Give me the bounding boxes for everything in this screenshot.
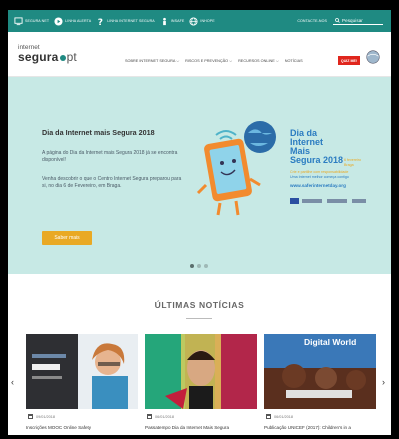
carousel-dots <box>190 264 211 268</box>
topbar-label: LINHA INTERNET SEGURA <box>107 19 155 23</box>
news-card-title[interactable]: Publicação UNICEF (2017): Children's in … <box>264 425 351 430</box>
hero-poster: Dia da Internet Mais Segura 2018 6 fever… <box>194 115 374 235</box>
top-bar: SEGURA NET LINHA ALERTA ? LINHA INTERNET… <box>8 10 391 32</box>
partner-logo-2 <box>327 199 347 203</box>
news-card-overlay-text: Digital World <box>304 337 357 347</box>
contact-link[interactable]: CONTACTE-NOS <box>297 19 327 23</box>
nav-noticias[interactable]: NOTÍCIAS <box>285 59 303 63</box>
news-cards: 09/01/2018 Inscrições MOOC Online Safety… <box>26 334 376 435</box>
topbar-link-segura-net[interactable]: SEGURA NET <box>14 16 50 26</box>
poster-subtitle: Crie e partilhe com responsabilidade Uma… <box>290 170 349 180</box>
poster-partner-logos <box>290 197 374 205</box>
topbar-label: INHOPE <box>200 19 215 23</box>
logo-word-pt: pt <box>66 50 77 64</box>
news-card-date: 06/01/2018 <box>147 414 174 419</box>
svg-text:?: ? <box>98 18 103 26</box>
logo-line-2: segura pt <box>18 51 98 63</box>
main-nav: SOBRE INTERNET SEGURA ⌵ RISCOS E PREVENÇ… <box>125 59 309 63</box>
poster-line-4: Segura 2018 <box>290 155 344 165</box>
play-circle-icon <box>54 16 63 26</box>
hero-title: Dia da Internet mais Segura 2018 <box>42 128 155 137</box>
nav-recursos[interactable]: RECURSOS ONLINE ⌵ <box>238 59 279 63</box>
search-input[interactable]: Pesquisar <box>342 18 363 23</box>
calendar-icon <box>28 414 33 419</box>
topbar-label: LINHA ALERTA <box>65 19 92 23</box>
poster-url: www.saferinternetday.org <box>290 183 346 188</box>
chevron-right-icon[interactable]: › <box>382 377 385 387</box>
news-card[interactable]: 09/01/2018 Inscrições MOOC Online Safety <box>26 334 138 435</box>
nav-riscos[interactable]: RISCOS E PREVENÇÃO ⌵ <box>185 59 232 63</box>
logo-word-segura: segura <box>18 50 59 64</box>
topbar-label: INSAFE <box>170 19 185 23</box>
news-card[interactable]: Digital World 06/01/2018 Publicação UNIC… <box>264 334 376 435</box>
poster-sub-2: Uma Internet melhor começa contigo <box>290 175 349 179</box>
news-card-date: 09/01/2018 <box>28 414 55 419</box>
search-icon <box>335 17 340 24</box>
news-date-text: 06/01/2018 <box>155 414 175 419</box>
topbar-link-linha-internet-segura[interactable]: ? LINHA INTERNET SEGURA <box>96 17 155 26</box>
saber-mais-button[interactable]: Saber mais <box>42 231 92 245</box>
topbar-link-inhope[interactable]: INHOPE <box>189 16 215 26</box>
quiz-button[interactable]: QUIZ ME! <box>338 56 360 65</box>
carousel-dot[interactable] <box>197 264 201 268</box>
question-icon: ? <box>96 17 105 26</box>
topbar-link-insafe[interactable]: INSAFE <box>160 17 185 26</box>
globe-icon <box>189 16 198 26</box>
globe-mascot-icon <box>366 50 380 64</box>
news-card-title[interactable]: Inscrições MOOC Online Safety <box>26 425 91 430</box>
news-card-image <box>26 334 138 409</box>
topbar-link-linha-alerta[interactable]: LINHA ALERTA <box>54 16 92 26</box>
chevron-left-icon[interactable]: ‹ <box>11 377 14 387</box>
carousel-dot[interactable] <box>190 264 194 268</box>
eu-flag-icon <box>290 198 299 204</box>
partner-logo-3 <box>352 199 366 203</box>
calendar-icon <box>147 414 152 419</box>
browser-page: SEGURA NET LINHA ALERTA ? LINHA INTERNET… <box>8 10 391 435</box>
news-card-image <box>145 334 257 409</box>
nav-sobre[interactable]: SOBRE INTERNET SEGURA ⌵ <box>125 59 179 63</box>
news-card-date: 06/01/2018 <box>266 414 293 419</box>
partner-logo-1 <box>302 199 322 203</box>
topbar-right: CONTACTE-NOS Pesquisar <box>297 17 391 25</box>
poster-event-info: 6 fevereiro Braga <box>344 158 361 167</box>
news-section-title: ÚLTIMAS NOTÍCIAS <box>154 300 245 310</box>
news-card-title[interactable]: Passatempo Dia da Internet Mais Segura <box>145 425 229 430</box>
carousel-dot[interactable] <box>204 264 208 268</box>
calendar-icon <box>266 414 271 419</box>
news-card-image: Digital World <box>264 334 376 409</box>
site-logo[interactable]: internet segura pt <box>18 44 98 68</box>
site-header: internet segura pt SOBRE INTERNET SEGURA … <box>8 32 391 77</box>
poster-title: Dia da Internet Mais Segura 2018 <box>290 129 343 165</box>
search-box[interactable]: Pesquisar <box>333 17 383 25</box>
news-date-text: 06/01/2018 <box>274 414 294 419</box>
news-date-text: 09/01/2018 <box>36 414 56 419</box>
people-icon <box>160 17 169 26</box>
hero-carousel: Dia da Internet mais Segura 2018 A págin… <box>8 77 391 274</box>
hero-paragraph-2: Venha descobrir o que o Centro Internet … <box>42 176 182 189</box>
poster-date: 6 fevereiro <box>344 158 361 162</box>
topbar-label: SEGURA NET <box>25 19 50 23</box>
shield-screen-icon <box>14 16 23 26</box>
news-card[interactable]: 06/01/2018 Passatempo Dia da Internet Ma… <box>145 334 257 435</box>
divider <box>186 318 212 319</box>
hero-paragraph-1: A página do Dia da Internet mais Segura … <box>42 150 178 163</box>
poster-place: Braga <box>344 162 354 167</box>
logo-dot-icon <box>59 54 66 61</box>
